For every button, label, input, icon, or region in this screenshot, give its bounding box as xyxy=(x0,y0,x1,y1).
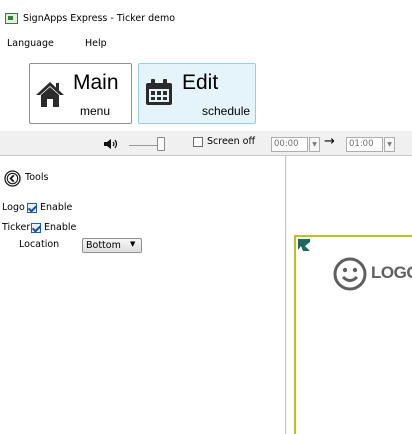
logo-label: Logo xyxy=(2,202,25,213)
end-time-dropdown[interactable]: ▼ xyxy=(384,137,395,152)
edit-schedule-button[interactable]: Edit schedule xyxy=(138,63,256,124)
screen-preview[interactable]: LOGO xyxy=(294,235,412,434)
main-button-label: Main xyxy=(73,71,119,94)
location-label: Location xyxy=(19,239,60,250)
menu-bar: Language Help xyxy=(0,34,412,54)
ticker-enable-checkbox[interactable] xyxy=(31,223,41,233)
end-time-input[interactable]: 01:00 xyxy=(346,137,383,152)
edit-button-label: Edit xyxy=(182,71,219,94)
logo-position-marker-icon[interactable] xyxy=(298,239,311,252)
toolbar: Screen off 00:00 ▼ → 01:00 ▼ xyxy=(0,131,412,156)
start-time-input[interactable]: 00:00 xyxy=(271,137,308,152)
ticker-label: Ticker xyxy=(2,222,31,233)
tools-panel: Tools Logo Enable Ticker Enable Location… xyxy=(0,156,286,434)
logo-enable-checkbox[interactable] xyxy=(27,203,37,213)
screen-off-label: Screen off xyxy=(207,136,256,147)
menu-help[interactable]: Help xyxy=(85,38,107,49)
smiley-logo-icon xyxy=(333,257,367,291)
start-time-dropdown[interactable]: ▼ xyxy=(309,137,320,152)
location-select-value: Bottom xyxy=(86,240,121,251)
time-range-arrow: → xyxy=(324,134,335,149)
preview-area: LOGO xyxy=(287,156,412,434)
menu-language[interactable]: Language xyxy=(7,38,54,49)
screen-off-checkbox[interactable] xyxy=(193,137,203,147)
chevron-down-icon: ▼ xyxy=(130,240,136,248)
main-button-sublabel: menu xyxy=(80,104,111,118)
tools-header: Tools xyxy=(25,172,49,183)
window-title: SignApps Express - Ticker demo xyxy=(23,13,176,24)
ribbon: Main menu Edit schedule xyxy=(0,54,412,132)
ticker-enable-label: Enable xyxy=(44,222,77,233)
edit-button-sublabel: schedule xyxy=(202,104,251,118)
app-icon xyxy=(5,13,18,24)
title-bar: SignApps Express - Ticker demo xyxy=(0,0,412,35)
chevron-left-circle-icon[interactable] xyxy=(4,170,21,187)
location-select[interactable]: Bottom ▼ xyxy=(82,238,142,253)
volume-slider-thumb[interactable] xyxy=(157,137,165,151)
logo-enable-label: Enable xyxy=(40,202,73,213)
home-icon xyxy=(36,82,64,107)
main-menu-button[interactable]: Main menu xyxy=(29,63,132,124)
logo-text: LOGO xyxy=(371,263,412,282)
speaker-icon xyxy=(104,139,118,149)
calendar-icon xyxy=(146,79,172,105)
